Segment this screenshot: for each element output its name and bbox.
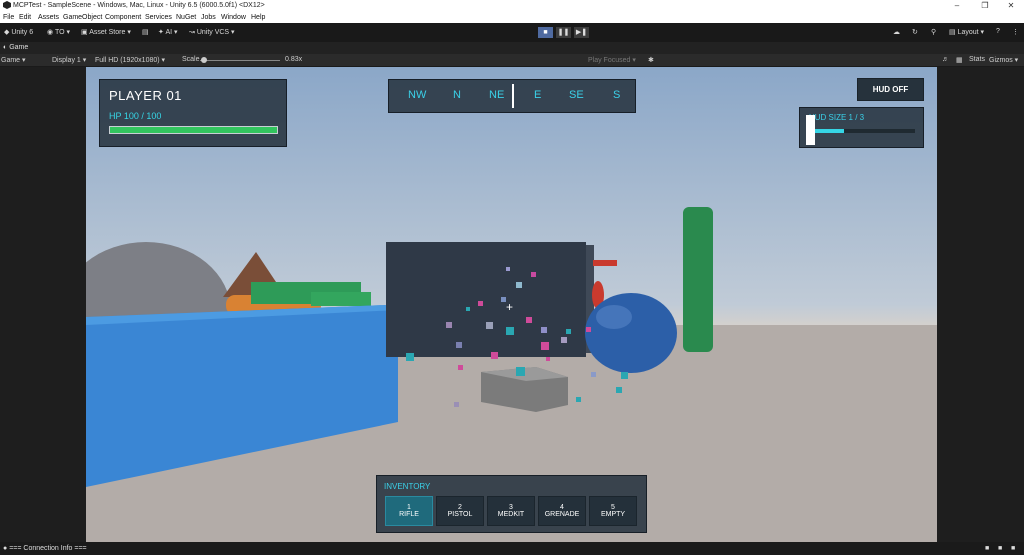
- bug-icon[interactable]: ✱: [648, 56, 654, 64]
- scale-value: 0.83x: [285, 56, 303, 63]
- tab-row: ◐ Game: [0, 42, 1024, 54]
- layout-dropdown[interactable]: ▤ Layout ▾: [949, 28, 984, 36]
- dark-wall: [386, 242, 586, 357]
- inventory-slot-rifle[interactable]: 1 RIFLE: [385, 496, 433, 526]
- play-focused-dropdown[interactable]: Play Focused ▾: [588, 56, 636, 64]
- hud-off-button[interactable]: HUD OFF: [857, 78, 924, 101]
- blue-sphere: [585, 293, 677, 373]
- compass-ne: NE: [489, 89, 505, 101]
- search-icon[interactable]: ⚲: [931, 28, 936, 36]
- game-view-bar: Game ▾ Display 1 ▾ Full HD (1920x1080) ▾…: [0, 54, 1024, 67]
- game-viewport[interactable]: PLAYER 01 HP 100 / 100 NW N NE E SE S HU…: [86, 67, 937, 542]
- inventory-slot-grenade[interactable]: 4 GRENADE: [538, 496, 586, 526]
- gizmos-dropdown[interactable]: Gizmos ▾: [989, 56, 1018, 64]
- player-panel: PLAYER 01 HP 100 / 100: [99, 79, 287, 147]
- pause-button[interactable]: ❚❚: [556, 27, 571, 38]
- more-options-icon[interactable]: ⋮: [1012, 28, 1019, 36]
- hud-size-slider-handle[interactable]: [806, 115, 815, 145]
- menu-services[interactable]: Services: [145, 14, 172, 21]
- unity-logo-icon: [3, 1, 11, 9]
- step-button[interactable]: ▶❚: [574, 27, 589, 38]
- scale-slider-handle[interactable]: [201, 57, 207, 63]
- stats-toggle[interactable]: Stats: [969, 56, 985, 63]
- stop-button[interactable]: ■: [538, 27, 553, 38]
- help-icon[interactable]: ?: [996, 28, 1000, 35]
- menu-component[interactable]: Component: [105, 14, 141, 21]
- menu-jobs[interactable]: Jobs: [201, 14, 216, 21]
- scale-label: Scale: [182, 56, 200, 63]
- debug-icon[interactable]: ■: [1011, 545, 1015, 552]
- speaker-icon[interactable]: ♬: [942, 56, 949, 63]
- player-name: PLAYER 01: [109, 88, 182, 103]
- hud-size-panel: HUD SIZE 1 / 3: [799, 107, 924, 148]
- tab-game[interactable]: ◐ Game: [3, 44, 28, 51]
- minimize-icon[interactable]: –: [945, 0, 969, 12]
- menu-assets[interactable]: Assets: [38, 14, 59, 21]
- scale-slider-track[interactable]: [200, 60, 280, 61]
- history-icon[interactable]: ↻: [912, 28, 918, 36]
- view-dropdown[interactable]: Game ▾: [1, 56, 26, 64]
- hp-bar-fill: [110, 127, 277, 133]
- status-text: ● === Connection Info ===: [3, 545, 87, 552]
- red-bar: [593, 260, 617, 266]
- inventory-slot-pistol[interactable]: 2 PISTOL: [436, 496, 484, 526]
- hp-text: HP 100 / 100: [109, 111, 162, 121]
- package-icon[interactable]: ▤: [142, 28, 149, 36]
- vcs-button[interactable]: ↝ Unity VCS ▾: [189, 28, 235, 36]
- hud-size-slider-track[interactable]: [809, 129, 915, 133]
- hud-size-label: HUD SIZE 1 / 3: [809, 113, 865, 122]
- cloud-icon[interactable]: ☁: [893, 28, 900, 36]
- status-bar: ● === Connection Info === ■ ■ ■: [0, 542, 1024, 555]
- green-pillar: [683, 207, 713, 352]
- compass-e: E: [534, 89, 542, 101]
- compass-se: SE: [569, 89, 584, 101]
- account-button[interactable]: ◉ TO ▾: [47, 28, 70, 36]
- grid-icon[interactable]: ▦: [956, 56, 963, 64]
- compass-n: N: [453, 89, 461, 101]
- maximize-icon[interactable]: ❐: [973, 0, 997, 12]
- compass-s: S: [613, 89, 621, 101]
- resolution-dropdown[interactable]: Full HD (1920x1080) ▾: [95, 56, 165, 64]
- menu-window[interactable]: Window: [221, 14, 246, 21]
- compass-needle: [512, 84, 514, 108]
- menu-gameobject[interactable]: GameObject: [63, 14, 102, 21]
- asset-store-button[interactable]: ▣ Asset Store ▾: [81, 28, 131, 36]
- network-icon[interactable]: ■: [985, 545, 989, 552]
- progress-icon[interactable]: ■: [998, 545, 1002, 552]
- display-dropdown[interactable]: Display 1 ▾: [52, 56, 86, 64]
- compass-nw: NW: [408, 89, 427, 101]
- inventory-panel: INVENTORY 1 RIFLE 2 PISTOL 3 MEDKIT 4 GRENAD…: [376, 475, 647, 533]
- menu-edit[interactable]: Edit: [19, 14, 31, 21]
- menu-help[interactable]: Help: [251, 14, 265, 21]
- inventory-slot-empty[interactable]: 5 EMPTY: [589, 496, 637, 526]
- inventory-slot-medkit[interactable]: 3 MEDKIT: [487, 496, 535, 526]
- close-icon[interactable]: ✕: [999, 0, 1023, 12]
- window-title-bar: MCPTest - SampleScene - Windows, Mac, Li…: [0, 0, 1024, 12]
- crosshair-icon: +: [506, 300, 514, 314]
- menu-nuget[interactable]: NuGet: [176, 14, 196, 21]
- ai-button[interactable]: ✦ AI ▾: [158, 28, 178, 36]
- window-title: MCPTest - SampleScene - Windows, Mac, Li…: [13, 2, 265, 9]
- unity-version-button[interactable]: ◆ Unity 6: [4, 28, 33, 36]
- compass: NW N NE E SE S: [388, 79, 636, 113]
- inventory-title: INVENTORY: [384, 482, 431, 491]
- menu-file[interactable]: File: [3, 14, 14, 21]
- hp-bar: [109, 126, 278, 134]
- main-toolbar: ◆ Unity 6 ◉ TO ▾ ▣ Asset Store ▾ ▤ ✦ AI …: [0, 23, 1024, 42]
